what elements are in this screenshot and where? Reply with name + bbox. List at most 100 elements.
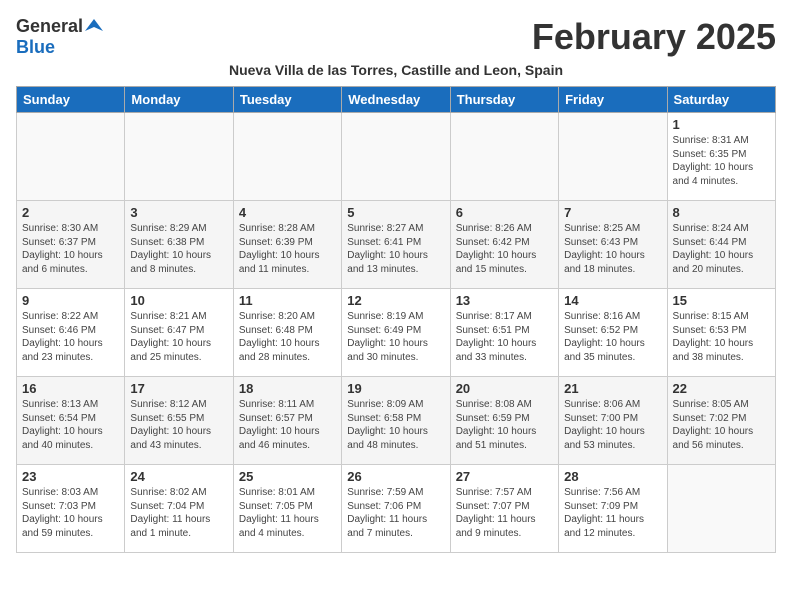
day-info-text: Sunrise: 8:08 AM Sunset: 6:59 PM Dayligh… xyxy=(456,398,553,452)
day-info-text: Sunrise: 8:31 AM Sunset: 6:35 PM Dayligh… xyxy=(673,134,770,188)
calendar-empty-cell xyxy=(450,113,558,201)
calendar-week-row: 9Sunrise: 8:22 AM Sunset: 6:46 PM Daylig… xyxy=(17,289,776,377)
logo-blue-text: Blue xyxy=(16,37,55,58)
logo-general-text: General xyxy=(16,16,83,37)
logo: General Blue xyxy=(16,16,103,58)
calendar-day-cell: 5Sunrise: 8:27 AM Sunset: 6:41 PM Daylig… xyxy=(342,201,450,289)
day-info-text: Sunrise: 8:27 AM Sunset: 6:41 PM Dayligh… xyxy=(347,222,444,276)
day-info-text: Sunrise: 8:22 AM Sunset: 6:46 PM Dayligh… xyxy=(22,310,119,364)
calendar-day-cell: 28 Sunrise: 7:56 AM Sunset: 7:09 PM Dayli… xyxy=(559,465,667,553)
day-info-text: Sunrise: 7:59 AM Sunset: 7:06 PM Dayligh… xyxy=(347,486,444,540)
day-info-text: Sunrise: 8:15 AM Sunset: 6:53 PM Dayligh… xyxy=(673,310,770,364)
calendar-day-cell: 16Sunrise: 8:13 AM Sunset: 6:54 PM Dayli… xyxy=(17,377,125,465)
calendar-day-cell: 9Sunrise: 8:22 AM Sunset: 6:46 PM Daylig… xyxy=(17,289,125,377)
calendar-week-row: 1 Sunrise: 8:31 AM Sunset: 6:35 PM Daylig… xyxy=(17,113,776,201)
day-info-text: Sunrise: 8:28 AM Sunset: 6:39 PM Dayligh… xyxy=(239,222,336,276)
calendar-empty-cell xyxy=(125,113,233,201)
calendar-day-cell: 13Sunrise: 8:17 AM Sunset: 6:51 PM Dayli… xyxy=(450,289,558,377)
calendar-day-cell: 22Sunrise: 8:05 AM Sunset: 7:02 PM Dayli… xyxy=(667,377,775,465)
calendar-day-cell: 23 Sunrise: 8:03 AM Sunset: 7:03 PM Dayli… xyxy=(17,465,125,553)
day-number: 2 xyxy=(22,205,119,220)
day-info-text: Sunrise: 8:24 AM Sunset: 6:44 PM Dayligh… xyxy=(673,222,770,276)
month-title: February 2025 xyxy=(532,16,776,58)
day-number: 12 xyxy=(347,293,444,308)
calendar-day-cell: 1 Sunrise: 8:31 AM Sunset: 6:35 PM Daylig… xyxy=(667,113,775,201)
calendar-table: SundayMondayTuesdayWednesdayThursdayFrid… xyxy=(16,86,776,553)
calendar-day-cell: 25 Sunrise: 8:01 AM Sunset: 7:05 PM Dayli… xyxy=(233,465,341,553)
day-number: 15 xyxy=(673,293,770,308)
location-subtitle: Nueva Villa de las Torres, Castille and … xyxy=(16,62,776,78)
calendar-day-cell: 3 Sunrise: 8:29 AM Sunset: 6:38 PM Daylig… xyxy=(125,201,233,289)
day-info-text: Sunrise: 8:13 AM Sunset: 6:54 PM Dayligh… xyxy=(22,398,119,452)
calendar-day-cell: 20 Sunrise: 8:08 AM Sunset: 6:59 PM Dayli… xyxy=(450,377,558,465)
day-number: 18 xyxy=(239,381,336,396)
day-number: 17 xyxy=(130,381,227,396)
calendar-day-cell: 14Sunrise: 8:16 AM Sunset: 6:52 PM Dayli… xyxy=(559,289,667,377)
day-number: 25 xyxy=(239,469,336,484)
day-info-text: Sunrise: 8:25 AM Sunset: 6:43 PM Dayligh… xyxy=(564,222,661,276)
calendar-empty-cell xyxy=(17,113,125,201)
calendar-week-row: 23 Sunrise: 8:03 AM Sunset: 7:03 PM Dayli… xyxy=(17,465,776,553)
day-header-sunday: Sunday xyxy=(17,87,125,113)
calendar-week-row: 16Sunrise: 8:13 AM Sunset: 6:54 PM Dayli… xyxy=(17,377,776,465)
day-number: 13 xyxy=(456,293,553,308)
calendar-day-cell: 6 Sunrise: 8:26 AM Sunset: 6:42 PM Daylig… xyxy=(450,201,558,289)
day-info-text: Sunrise: 8:12 AM Sunset: 6:55 PM Dayligh… xyxy=(130,398,227,452)
day-info-text: Sunrise: 8:16 AM Sunset: 6:52 PM Dayligh… xyxy=(564,310,661,364)
calendar-day-cell: 17 Sunrise: 8:12 AM Sunset: 6:55 PM Dayli… xyxy=(125,377,233,465)
day-info-text: Sunrise: 8:09 AM Sunset: 6:58 PM Dayligh… xyxy=(347,398,444,452)
day-header-thursday: Thursday xyxy=(450,87,558,113)
day-header-tuesday: Tuesday xyxy=(233,87,341,113)
day-info-text: Sunrise: 8:30 AM Sunset: 6:37 PM Dayligh… xyxy=(22,222,119,276)
day-info-text: Sunrise: 8:19 AM Sunset: 6:49 PM Dayligh… xyxy=(347,310,444,364)
day-number: 20 xyxy=(456,381,553,396)
calendar-day-cell: 19Sunrise: 8:09 AM Sunset: 6:58 PM Dayli… xyxy=(342,377,450,465)
day-info-text: Sunrise: 8:01 AM Sunset: 7:05 PM Dayligh… xyxy=(239,486,336,540)
calendar-day-cell: 8 Sunrise: 8:24 AM Sunset: 6:44 PM Daylig… xyxy=(667,201,775,289)
day-header-wednesday: Wednesday xyxy=(342,87,450,113)
calendar-empty-cell xyxy=(233,113,341,201)
calendar-empty-cell xyxy=(559,113,667,201)
calendar-day-cell: 15 Sunrise: 8:15 AM Sunset: 6:53 PM Dayli… xyxy=(667,289,775,377)
calendar-header-row: SundayMondayTuesdayWednesdayThursdayFrid… xyxy=(17,87,776,113)
calendar-day-cell: 7 Sunrise: 8:25 AM Sunset: 6:43 PM Daylig… xyxy=(559,201,667,289)
day-info-text: Sunrise: 8:03 AM Sunset: 7:03 PM Dayligh… xyxy=(22,486,119,540)
day-number: 7 xyxy=(564,205,661,220)
calendar-day-cell: 2 Sunrise: 8:30 AM Sunset: 6:37 PM Daylig… xyxy=(17,201,125,289)
calendar-day-cell: 26 Sunrise: 7:59 AM Sunset: 7:06 PM Dayli… xyxy=(342,465,450,553)
calendar-day-cell: 21 Sunrise: 8:06 AM Sunset: 7:00 PM Dayli… xyxy=(559,377,667,465)
day-info-text: Sunrise: 7:56 AM Sunset: 7:09 PM Dayligh… xyxy=(564,486,661,540)
day-header-saturday: Saturday xyxy=(667,87,775,113)
day-header-monday: Monday xyxy=(125,87,233,113)
calendar-week-row: 2 Sunrise: 8:30 AM Sunset: 6:37 PM Daylig… xyxy=(17,201,776,289)
header: General Blue February 2025 xyxy=(16,16,776,58)
day-number: 1 xyxy=(673,117,770,132)
calendar-day-cell: 10 Sunrise: 8:21 AM Sunset: 6:47 PM Dayli… xyxy=(125,289,233,377)
day-info-text: Sunrise: 8:05 AM Sunset: 7:02 PM Dayligh… xyxy=(673,398,770,452)
day-number: 3 xyxy=(130,205,227,220)
day-number: 21 xyxy=(564,381,661,396)
day-info-text: Sunrise: 8:29 AM Sunset: 6:38 PM Dayligh… xyxy=(130,222,227,276)
logo-bird-icon xyxy=(85,17,103,35)
day-number: 10 xyxy=(130,293,227,308)
calendar-day-cell: 11Sunrise: 8:20 AM Sunset: 6:48 PM Dayli… xyxy=(233,289,341,377)
calendar-empty-cell xyxy=(667,465,775,553)
day-header-friday: Friday xyxy=(559,87,667,113)
day-info-text: Sunrise: 8:06 AM Sunset: 7:00 PM Dayligh… xyxy=(564,398,661,452)
day-number: 26 xyxy=(347,469,444,484)
day-info-text: Sunrise: 8:11 AM Sunset: 6:57 PM Dayligh… xyxy=(239,398,336,452)
day-number: 23 xyxy=(22,469,119,484)
calendar-day-cell: 24Sunrise: 8:02 AM Sunset: 7:04 PM Dayli… xyxy=(125,465,233,553)
day-number: 8 xyxy=(673,205,770,220)
calendar-day-cell: 12 Sunrise: 8:19 AM Sunset: 6:49 PM Dayli… xyxy=(342,289,450,377)
day-info-text: Sunrise: 8:26 AM Sunset: 6:42 PM Dayligh… xyxy=(456,222,553,276)
day-number: 27 xyxy=(456,469,553,484)
calendar-day-cell: 4 Sunrise: 8:28 AM Sunset: 6:39 PM Daylig… xyxy=(233,201,341,289)
day-number: 6 xyxy=(456,205,553,220)
day-info-text: Sunrise: 8:02 AM Sunset: 7:04 PM Dayligh… xyxy=(130,486,227,540)
day-number: 28 xyxy=(564,469,661,484)
day-info-text: Sunrise: 7:57 AM Sunset: 7:07 PM Dayligh… xyxy=(456,486,553,540)
day-number: 4 xyxy=(239,205,336,220)
calendar-day-cell: 27 Sunrise: 7:57 AM Sunset: 7:07 PM Dayli… xyxy=(450,465,558,553)
day-info-text: Sunrise: 8:21 AM Sunset: 6:47 PM Dayligh… xyxy=(130,310,227,364)
